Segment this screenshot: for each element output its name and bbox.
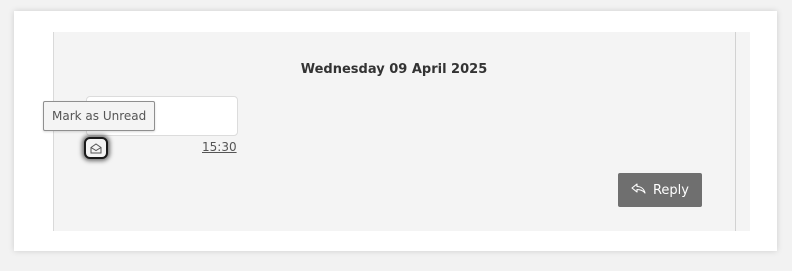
reply-button-label: Reply [652,182,689,198]
reply-arrow-icon [631,182,646,198]
envelope-open-icon [90,142,102,154]
message-timestamp[interactable]: 15:30 [202,140,237,154]
thread-scrollbar-track[interactable] [735,32,750,231]
reply-button[interactable]: Reply [618,173,702,207]
mark-as-unread-button[interactable] [84,137,108,159]
date-heading: Wednesday 09 April 2025 [300,62,488,77]
mark-unread-tooltip: Mark as Unread [43,101,156,131]
